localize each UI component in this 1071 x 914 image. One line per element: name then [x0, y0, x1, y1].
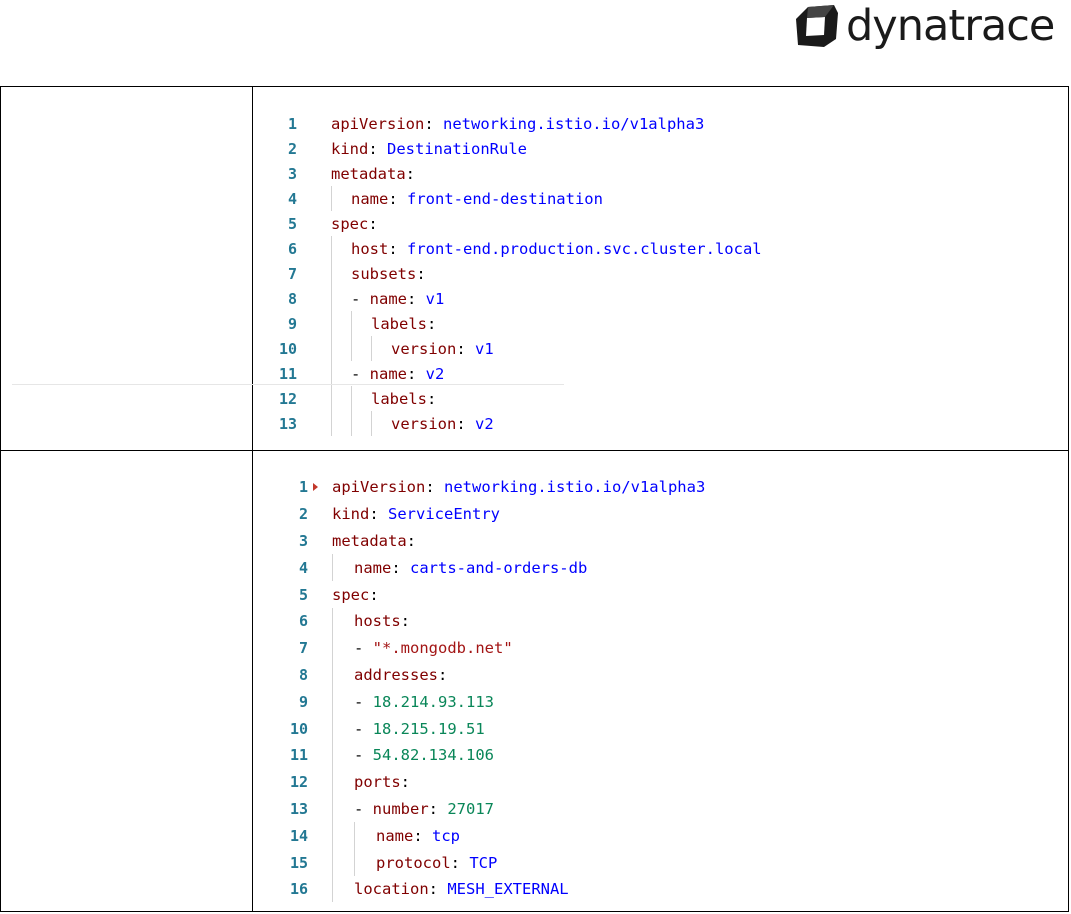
code-line: 11- 54.82.134.106 [289, 746, 494, 765]
code-line: 15 protocol: TCP [289, 853, 498, 872]
code-line: 8 addresses: [298, 665, 448, 684]
code-line: 5 spec: [298, 585, 379, 604]
code-line: 11- name: v2 [278, 364, 445, 383]
code-cell: 1 apiVersion: networking.istio.io/v1alpha… [253, 87, 1068, 450]
code-line: 7- "*.mongodb.net" [298, 639, 513, 658]
code-line: 1 apiVersion: networking.istio.io/v1alpha… [298, 478, 706, 497]
code-line: 13- number: 27017 [289, 799, 495, 818]
table-row: 1 apiVersion: networking.istio.io/v1alpha… [1, 87, 1068, 451]
code-line: 4 name: carts-and-orders-db [298, 558, 588, 577]
code-line: 3 metadata: [298, 531, 416, 550]
code-line: 9 labels: [287, 314, 437, 333]
dynatrace-logo: dynatrace [794, 2, 1058, 50]
code-line: 12 ports: [289, 773, 411, 792]
dynatrace-wordmark: dynatrace [846, 1, 1055, 51]
code-block-destination-rule: 1 apiVersion: networking.istio.io/v1alpha… [253, 111, 813, 436]
code-line: 2 kind: ServiceEntry [298, 505, 500, 524]
code-line: 10 version: v1 [278, 339, 494, 358]
label-cell [1, 450, 253, 911]
code-line: 16 location: MESH_EXTERNAL [289, 880, 569, 899]
code-line: 10- 18.215.19.51 [289, 719, 485, 738]
code-line: 2 kind: DestinationRule [287, 139, 527, 158]
code-line: 3 metadata: [287, 164, 415, 183]
code-line: 14 name: tcp [289, 826, 460, 845]
code-line: 4 name: front-end-destination [287, 189, 603, 208]
code-line: 1 apiVersion: networking.istio.io/v1alpha… [287, 114, 705, 133]
label-cell [1, 87, 253, 450]
code-line: 7 subsets: [287, 264, 426, 283]
dynatrace-cube-icon [796, 5, 838, 47]
code-line: 5 spec: [287, 214, 378, 233]
code-block-service-entry: 1 apiVersion: networking.istio.io/v1alpha… [264, 474, 816, 903]
code-line: 13 version: v2 [278, 414, 494, 433]
code-line: 9- 18.214.93.113 [298, 692, 494, 711]
code-line: 6 host: front-end.production.svc.cluster.… [287, 239, 762, 258]
code-line: 12 labels: [278, 389, 437, 408]
code-line: 6 hosts: [298, 612, 411, 631]
code-line: 8- name: v1 [287, 289, 445, 308]
